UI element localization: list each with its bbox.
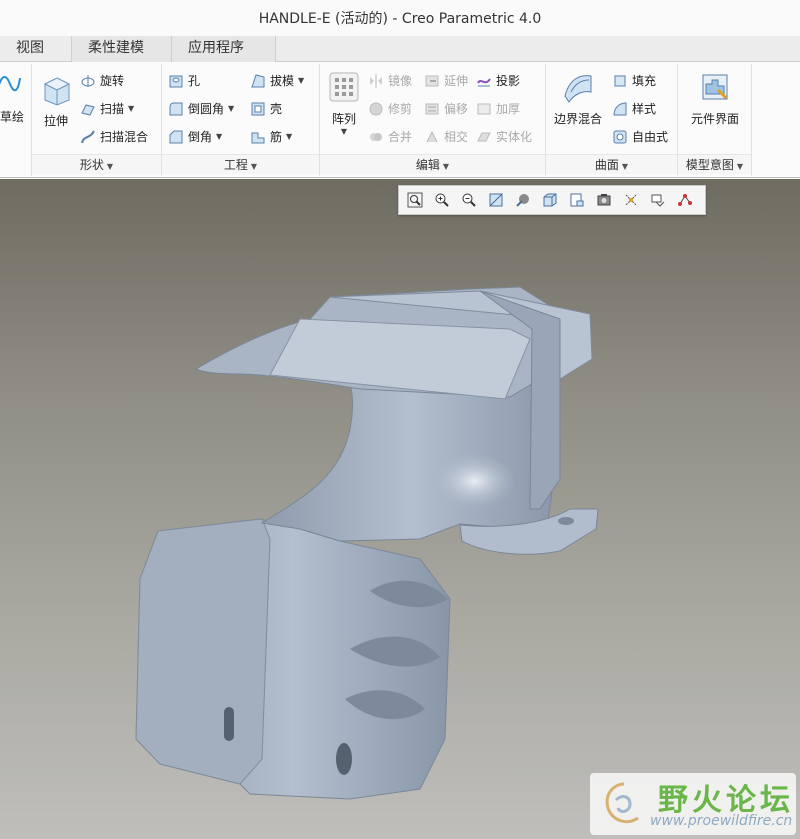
chamfer-icon <box>169 130 183 144</box>
extrude-button[interactable]: 拉伸 <box>36 72 76 129</box>
project-icon <box>477 78 491 87</box>
group-label-model-intent[interactable]: 模型意图 ▼ <box>678 154 751 174</box>
intersect-button[interactable]: 相交 <box>424 126 468 148</box>
style-icon <box>613 102 627 116</box>
group-label-engineering[interactable]: 工程 ▼ <box>162 154 319 174</box>
chevron-down-icon: ▼ <box>250 162 258 171</box>
offset-button[interactable]: 偏移 <box>424 98 468 120</box>
graphics-viewport[interactable]: 野火论坛 www.proewildfire.cn <box>0 179 800 839</box>
tab-flexible-modeling[interactable]: 柔性建模 <box>72 36 172 62</box>
sweep-icon <box>81 104 95 116</box>
style-button[interactable]: 样式 <box>612 98 656 120</box>
pattern-button[interactable]: 阵列 ▼ <box>324 70 364 136</box>
freestyle-icon <box>613 130 627 144</box>
component-interface-icon <box>698 70 732 104</box>
round-button[interactable]: 倒圆角 ▼ <box>168 98 234 120</box>
mirror-button[interactable]: 镜像 <box>368 70 412 92</box>
mirror-icon <box>370 74 382 88</box>
group-sketch: 草绘 <box>0 64 32 176</box>
thicken-icon <box>477 103 491 115</box>
shell-icon <box>251 102 265 116</box>
pattern-icon <box>327 70 361 104</box>
chevron-down-icon: ▼ <box>621 162 629 171</box>
group-surfaces: 边界混合 填充 样式 自由式 曲面 ▼ <box>546 64 678 176</box>
group-model-intent: 元件界面 模型意图 ▼ <box>678 64 752 176</box>
trim-button[interactable]: 修剪 <box>368 98 412 120</box>
offset-icon <box>425 103 439 115</box>
group-shapes: 拉伸 旋转 扫描 ▼ 扫描混合 形状 ▼ <box>32 64 162 176</box>
revolve-icon <box>81 75 95 87</box>
round-icon <box>169 102 183 116</box>
sketch-button[interactable]: 草绘 <box>0 70 30 125</box>
sketch-icon <box>0 76 21 92</box>
group-engineering: 孔 倒圆角 ▼ 倒角 ▼ 拔模 ▼ 壳 筋 ▼ 工程 ▼ <box>162 64 320 176</box>
chevron-down-icon[interactable]: ▼ <box>228 98 234 120</box>
ribbon-tabs: 视图 柔性建模 应用程序 <box>0 36 800 62</box>
solidify-icon <box>477 132 491 142</box>
hole-button[interactable]: 孔 <box>168 70 200 92</box>
swept-blend-button[interactable]: 扫描混合 <box>80 126 148 148</box>
component-interface-button[interactable]: 元件界面 <box>684 70 746 127</box>
draft-icon <box>251 74 265 88</box>
title-bar: HANDLE-E (活动的) - Creo Parametric 4.0 <box>0 0 800 36</box>
freestyle-button[interactable]: 自由式 <box>612 126 668 148</box>
rib-icon <box>251 132 265 144</box>
chevron-down-icon: ▼ <box>736 162 744 171</box>
chevron-down-icon[interactable]: ▼ <box>216 126 222 148</box>
shell-button[interactable]: 壳 <box>250 98 282 120</box>
group-label-surfaces[interactable]: 曲面 ▼ <box>546 154 677 174</box>
trim-icon <box>369 102 383 116</box>
chevron-down-icon: ▼ <box>106 162 114 171</box>
tab-applications[interactable]: 应用程序 <box>172 36 276 62</box>
extrude-icon <box>39 72 73 106</box>
extend-icon <box>425 75 439 87</box>
fill-button[interactable]: 填充 <box>612 70 656 92</box>
chamfer-button[interactable]: 倒角 ▼ <box>168 126 222 148</box>
sweep-button[interactable]: 扫描 ▼ <box>80 98 134 120</box>
hole-icon <box>169 75 183 88</box>
fill-icon <box>614 75 626 87</box>
thicken-button[interactable]: 加厚 <box>476 98 520 120</box>
rib-button[interactable]: 筋 ▼ <box>250 126 292 148</box>
chevron-down-icon[interactable]: ▼ <box>128 98 134 120</box>
handle-model[interactable] <box>0 179 800 839</box>
window-title: HANDLE-E (活动的) - Creo Parametric 4.0 <box>258 11 542 27</box>
revolve-button[interactable]: 旋转 <box>80 70 124 92</box>
group-label-editing[interactable]: 编辑 ▼ <box>320 154 545 174</box>
watermark: 野火论坛 www.proewildfire.cn <box>590 773 796 835</box>
chevron-down-icon[interactable]: ▼ <box>286 126 292 148</box>
watermark-logo-icon <box>605 782 639 824</box>
boundary-blend-icon <box>561 70 595 104</box>
draft-button[interactable]: 拔模 ▼ <box>250 70 304 92</box>
intersect-icon <box>426 130 438 143</box>
ribbon: 草绘 拉伸 旋转 扫描 ▼ 扫描混合 形状 ▼ 孔 倒圆角 ▼ 倒角 ▼ 拔模 … <box>0 62 800 178</box>
group-label-shapes[interactable]: 形状 ▼ <box>32 154 161 174</box>
merge-icon <box>370 133 382 141</box>
solidify-button[interactable]: 实体化 <box>476 126 532 148</box>
extend-button[interactable]: 延伸 <box>424 70 468 92</box>
project-button[interactable]: 投影 <box>476 70 520 92</box>
chevron-down-icon[interactable]: ▼ <box>298 70 304 92</box>
chevron-down-icon: ▼ <box>442 162 450 171</box>
merge-button[interactable]: 合并 <box>368 126 412 148</box>
swept-blend-icon <box>81 130 95 144</box>
boundary-blend-button[interactable]: 边界混合 <box>548 70 608 127</box>
group-editing: 阵列 ▼ 镜像 修剪 合并 延伸 偏移 相交 投影 加厚 实体化 编辑 ▼ <box>320 64 546 176</box>
tab-view[interactable]: 视图 <box>0 36 72 62</box>
chevron-down-icon: ▼ <box>340 127 348 136</box>
